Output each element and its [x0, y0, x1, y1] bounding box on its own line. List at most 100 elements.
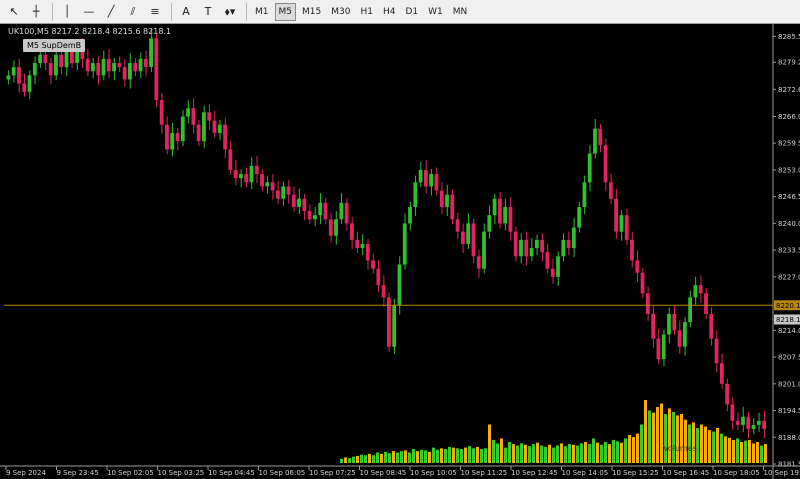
- fibonacci-icon[interactable]: ≡: [145, 2, 165, 22]
- candle-body: [455, 219, 460, 232]
- chart-canvas[interactable]: 8285.5 8279.2 8272.6 8266.0 8259.5 8253.0 8246…: [0, 24, 800, 479]
- volume-bar: [664, 414, 667, 463]
- candle-body: [640, 272, 645, 294]
- timeframe-m30[interactable]: M30: [327, 3, 354, 21]
- candle-body: [260, 174, 264, 187]
- volume-bar: [496, 443, 499, 463]
- timeframe-h1[interactable]: H1: [356, 3, 377, 21]
- candle-body: [149, 38, 153, 68]
- candle-body: [682, 322, 687, 347]
- candle-body: [339, 202, 344, 220]
- cursor-icon[interactable]: ↖: [4, 2, 24, 22]
- volume-bar: [596, 442, 599, 463]
- timeframe-h4[interactable]: H4: [379, 3, 400, 21]
- timeframe-mn[interactable]: MN: [449, 3, 472, 21]
- candle-body: [540, 239, 545, 253]
- volume-bar: [360, 454, 363, 463]
- volume-bar: [584, 442, 587, 463]
- candle-body: [365, 243, 370, 261]
- price-tick-label: 8227.0: [778, 273, 800, 281]
- crosshair-icon[interactable]: ┼: [26, 2, 46, 22]
- volume-bar: [640, 424, 643, 463]
- volume-bar: [356, 456, 359, 463]
- volume-bar: [680, 414, 683, 463]
- candle-body: [434, 174, 439, 191]
- volume-bar: [384, 451, 387, 463]
- candle-body: [719, 363, 724, 384]
- candle-body: [249, 165, 254, 183]
- volume-bar: [480, 449, 483, 463]
- time-tick-label: 10 Sep 07:25: [309, 469, 356, 477]
- volume-bar: [420, 449, 423, 463]
- volume-bar: [508, 442, 511, 463]
- time-tick-label: 10 Sep 15:25: [612, 469, 659, 477]
- volume-bar: [692, 422, 695, 463]
- vertical-line-icon[interactable]: │: [57, 2, 77, 22]
- time-tick-label: 10 Sep 16:45: [663, 469, 710, 477]
- volume-bar: [736, 438, 739, 463]
- volume-bar: [392, 451, 395, 463]
- volume-bar: [652, 412, 655, 463]
- volume-bar: [440, 448, 443, 463]
- toolbar-separator: [171, 2, 172, 21]
- horizontal-line-icon[interactable]: —: [79, 2, 99, 22]
- volume-bar: [516, 445, 519, 463]
- candle-body: [202, 112, 206, 142]
- volume-bar: [444, 449, 447, 463]
- candle-body: [513, 231, 518, 257]
- price-tick-label: 8272.6: [778, 86, 800, 94]
- candle-body: [138, 58, 143, 72]
- candle-body: [191, 108, 196, 125]
- trendline-icon[interactable]: ╱: [101, 2, 121, 22]
- price-tick-label: 8285.5: [778, 33, 800, 41]
- volume-bar: [464, 447, 467, 463]
- candle-body: [725, 383, 730, 405]
- timeframe-d1[interactable]: D1: [401, 3, 422, 21]
- volume-bar: [408, 452, 411, 463]
- text-label-icon[interactable]: T: [198, 2, 218, 22]
- candle-body: [360, 243, 365, 249]
- candle-body: [228, 149, 233, 170]
- shapes-icon[interactable]: ⬧▾: [220, 2, 240, 22]
- drawing-toolbar: ↖ ┼ │ — ╱ ⫽ ≡ A T ⬧▾ M1 M5 M15 M30 H1 H4 D1 W1 MN: [0, 0, 800, 24]
- candle-body: [661, 334, 666, 360]
- time-tick-label: 10 Sep 03:25: [158, 469, 205, 477]
- candle-body: [534, 239, 539, 249]
- candle-body: [408, 206, 412, 224]
- candle-body: [397, 264, 402, 306]
- volume-bar: [720, 433, 723, 463]
- candle-body: [318, 202, 323, 216]
- candle-body: [561, 239, 566, 257]
- timeframe-m5[interactable]: M5: [274, 2, 296, 21]
- candle-body: [524, 239, 529, 257]
- candle-body: [59, 54, 64, 68]
- text-icon[interactable]: A: [176, 2, 196, 22]
- candle-body: [6, 75, 11, 80]
- price-tick-label: 8201.0: [778, 380, 800, 388]
- timeframe-m1[interactable]: M1: [251, 3, 273, 21]
- volume-bar: [620, 442, 623, 463]
- candle-body: [508, 206, 513, 232]
- candle-body: [239, 174, 243, 179]
- timeframe-w1[interactable]: W1: [424, 3, 447, 21]
- channel-icon[interactable]: ⫽: [123, 2, 143, 22]
- time-tick-label: 10 Sep 10:05: [410, 469, 457, 477]
- candle-body: [281, 186, 286, 199]
- time-tick-label: 10 Sep 08:45: [360, 469, 407, 477]
- candle-body: [423, 169, 428, 187]
- volume-bar: [656, 407, 659, 463]
- indicator-label[interactable]: M5 SupDemB: [23, 39, 86, 52]
- volume-bar: [636, 433, 639, 463]
- candle-body: [624, 215, 629, 240]
- candle-body: [175, 132, 180, 142]
- timeframe-m15[interactable]: M15: [298, 3, 325, 21]
- price-tick-label: 8214.0: [778, 327, 800, 335]
- volume-bar: [456, 448, 459, 463]
- volume-bar: [684, 419, 687, 463]
- volume-bar: [528, 446, 531, 463]
- volume-bar: [708, 430, 711, 463]
- candle-body: [476, 256, 481, 269]
- volume-bar: [676, 415, 679, 463]
- chart-area[interactable]: 8285.5 8279.2 8272.6 8266.0 8259.5 8253.0 8246…: [0, 24, 800, 479]
- candle-body: [350, 223, 354, 240]
